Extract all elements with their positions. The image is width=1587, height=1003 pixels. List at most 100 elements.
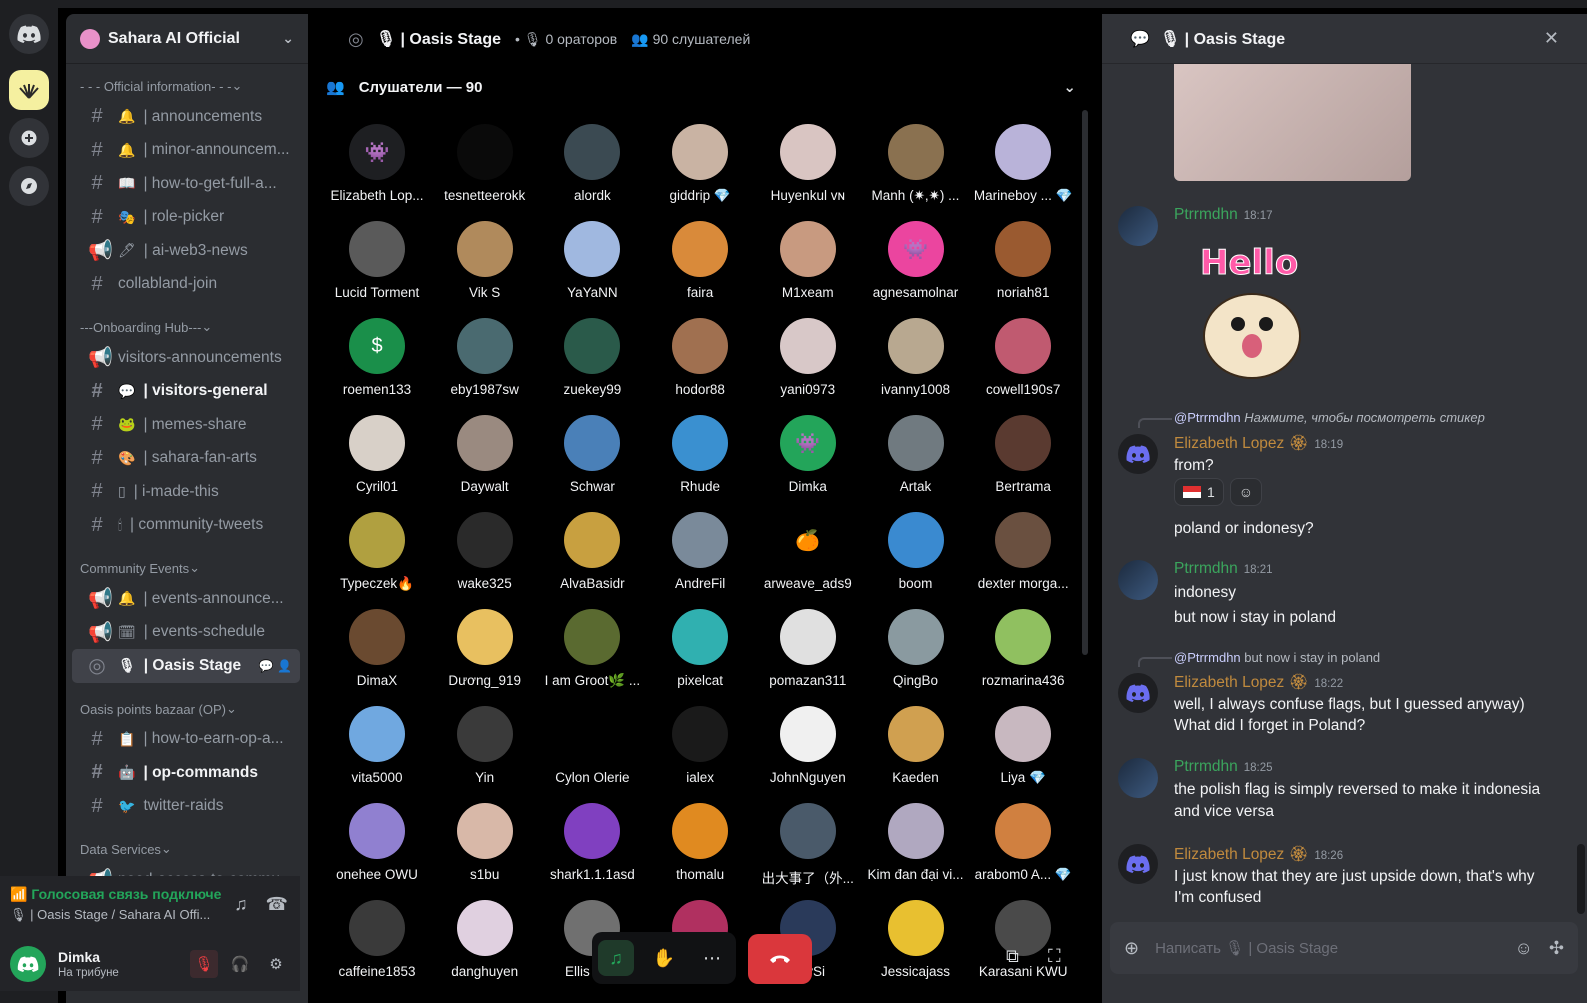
channel-item[interactable]: # 📋 | how-to-earn-op-a... <box>72 723 300 757</box>
listener-tile[interactable]: wake325 <box>431 512 539 609</box>
leave-stage-button[interactable] <box>748 934 812 984</box>
listener-tile[interactable]: Bertrama <box>969 415 1077 512</box>
listener-tile[interactable]: alordk <box>538 124 646 221</box>
listener-tile[interactable]: rozmarina436 <box>969 609 1077 706</box>
channel-item[interactable]: 📢 visitors-announcements <box>72 341 300 375</box>
listener-tile[interactable]: vita5000 <box>323 706 431 803</box>
listener-tile[interactable]: thomalu <box>646 803 754 900</box>
channel-category[interactable]: Oasis points bazaar (OP) ⌄ <box>66 695 308 723</box>
add-reaction-button[interactable]: ☺ <box>1229 478 1263 506</box>
emoji-icon[interactable]: ☺ <box>1515 938 1533 959</box>
message-author[interactable]: Ptrrmdhn 18:21 <box>1174 560 1273 578</box>
listener-tile[interactable]: 👾 Elizabeth Lop... <box>323 124 431 221</box>
channel-item[interactable]: # 🔔 | minor-announcem... <box>72 134 300 168</box>
listener-tile[interactable]: giddrip 💎 <box>646 124 754 221</box>
listener-tile[interactable]: ivanny1008 <box>862 318 970 415</box>
listener-tile[interactable]: cowell190s7 <box>969 318 1077 415</box>
listener-tile[interactable]: Daywalt <box>431 415 539 512</box>
listener-tile[interactable]: Cyril01 <box>323 415 431 512</box>
channel-item[interactable]: 📢 🗓 | events-schedule <box>72 616 300 650</box>
listener-tile[interactable]: 出大事了（外... <box>754 803 862 900</box>
sahara-server-icon[interactable] <box>9 70 49 110</box>
gif-image[interactable] <box>1174 64 1411 181</box>
listener-tile[interactable]: caffeine1853 <box>323 900 431 997</box>
listener-tile[interactable]: Typeczek🔥 <box>323 512 431 609</box>
listener-tile[interactable]: faira <box>646 221 754 318</box>
channel-item[interactable]: # collabland-join <box>72 268 300 302</box>
avatar[interactable] <box>1118 206 1158 246</box>
listener-tile[interactable]: 🍊 arweave_ads9 <box>754 512 862 609</box>
settings-gear-icon[interactable]: ⚙ <box>262 950 290 978</box>
listener-tile[interactable]: eby1987sw <box>431 318 539 415</box>
listener-tile[interactable]: pomazan311 <box>754 609 862 706</box>
avatar[interactable] <box>1118 560 1158 600</box>
channel-item[interactable]: # 🎭 | role-picker <box>72 201 300 235</box>
popout-icon[interactable]: ⧉ <box>1006 946 1019 967</box>
listener-tile[interactable]: YaYaNN <box>538 221 646 318</box>
listeners-section-header[interactable]: 👥 Слушатели — 90 ⌄ <box>308 64 1094 110</box>
listener-tile[interactable]: Manh (✷,✷) ... <box>862 124 970 221</box>
headphones-icon[interactable]: 🎧 <box>226 950 254 978</box>
channel-item[interactable]: # 🐦 twitter-raids <box>72 790 300 824</box>
channel-category[interactable]: Data Services ⌄ <box>66 835 308 863</box>
listener-tile[interactable]: Yin <box>431 706 539 803</box>
channel-category[interactable]: Community Events ⌄ <box>66 554 308 582</box>
channel-item[interactable]: # 🐸 | memes-share <box>72 408 300 442</box>
message-author[interactable]: Ptrrmdhn 18:17 <box>1174 206 1273 224</box>
listener-tile[interactable]: Marineboy ... 💎 <box>969 124 1077 221</box>
listener-tile[interactable]: yani0973 <box>754 318 862 415</box>
listener-tile[interactable]: s1bu <box>431 803 539 900</box>
soundboard-icon[interactable]: ♫ <box>234 894 248 915</box>
avatar[interactable] <box>1118 844 1158 884</box>
explore-icon[interactable] <box>9 166 49 206</box>
listener-tile[interactable]: Dương_919 <box>431 609 539 706</box>
chevron-down-icon[interactable]: ⌄ <box>1063 78 1076 96</box>
add-server-icon[interactable] <box>9 118 49 158</box>
close-icon[interactable]: ✕ <box>1544 28 1559 49</box>
listener-tile[interactable]: zuekey99 <box>538 318 646 415</box>
listener-tile[interactable]: AlvaBasidr <box>538 512 646 609</box>
listener-tile[interactable]: Schwar <box>538 415 646 512</box>
discord-home-icon[interactable] <box>9 14 49 54</box>
listener-tile[interactable]: Liya 💎 <box>969 706 1077 803</box>
listener-tile[interactable]: shark1.1.1asd <box>538 803 646 900</box>
listener-tile[interactable]: I am Groot🌿 ... <box>538 609 646 706</box>
avatar[interactable] <box>1118 434 1158 474</box>
channel-item[interactable]: ◎ 🎙 | Oasis Stage 💬 👤 <box>72 649 300 683</box>
listener-tile[interactable]: Kim đan đại vi... <box>862 803 970 900</box>
listener-tile[interactable]: Cylon Olerie <box>538 706 646 803</box>
listener-tile[interactable]: tesnetteerokk <box>431 124 539 221</box>
message-author[interactable]: Elizabeth Lopez 🏵 18:26 <box>1174 845 1343 864</box>
reply-preview[interactable]: @Ptrrmdhn Нажмите, чтобы посмотреть стик… <box>1174 410 1485 425</box>
channel-item[interactable]: # 🤖 | op-commands <box>72 756 300 790</box>
listener-tile[interactable]: boom <box>862 512 970 609</box>
channel-item[interactable]: # 📖 | how-to-get-full-a... <box>72 167 300 201</box>
avatar[interactable] <box>1118 758 1158 798</box>
raise-hand-button[interactable]: ✋ <box>646 940 682 976</box>
server-header[interactable]: Sahara AI Official ⌄ <box>66 14 308 64</box>
message-author[interactable]: Elizabeth Lopez 🏵 18:19 <box>1174 434 1343 453</box>
channel-item[interactable]: 📢 🖊 | ai-web3-news <box>72 234 300 268</box>
channel-category[interactable]: ---Onboarding Hub--- ⌄ <box>66 313 308 341</box>
stage-scrollbar[interactable] <box>1082 110 1088 655</box>
avatar[interactable] <box>1118 673 1158 713</box>
channel-item[interactable]: 📢 🔔 | events-announce... <box>72 582 300 616</box>
more-options-button[interactable]: ⋯ <box>694 940 730 976</box>
mute-mic-icon[interactable]: 🎙 <box>190 949 218 978</box>
chat-scrollbar[interactable] <box>1577 844 1585 914</box>
listener-tile[interactable]: ialex <box>646 706 754 803</box>
soundboard-button[interactable]: ♫ <box>598 940 634 976</box>
listener-tile[interactable]: Vik S <box>431 221 539 318</box>
channel-category[interactable]: - - - Official information- - - ⌄ <box>66 72 308 100</box>
listener-tile[interactable]: AndreFil <box>646 512 754 609</box>
listener-tile[interactable]: hodor88 <box>646 318 754 415</box>
channel-item[interactable]: # 🕯 | community-tweets <box>72 509 300 543</box>
listener-tile[interactable]: Rhude <box>646 415 754 512</box>
reaction-pill[interactable]: 1 <box>1174 478 1224 506</box>
listener-tile[interactable]: DimaX <box>323 609 431 706</box>
listener-tile[interactable]: 👾 Dimka <box>754 415 862 512</box>
listener-tile[interactable]: M1xeam <box>754 221 862 318</box>
channel-item[interactable]: # 🎨 | sahara-fan-arts <box>72 442 300 476</box>
listener-tile[interactable]: pixelcat <box>646 609 754 706</box>
listener-tile[interactable]: Jessicajass <box>862 900 970 997</box>
